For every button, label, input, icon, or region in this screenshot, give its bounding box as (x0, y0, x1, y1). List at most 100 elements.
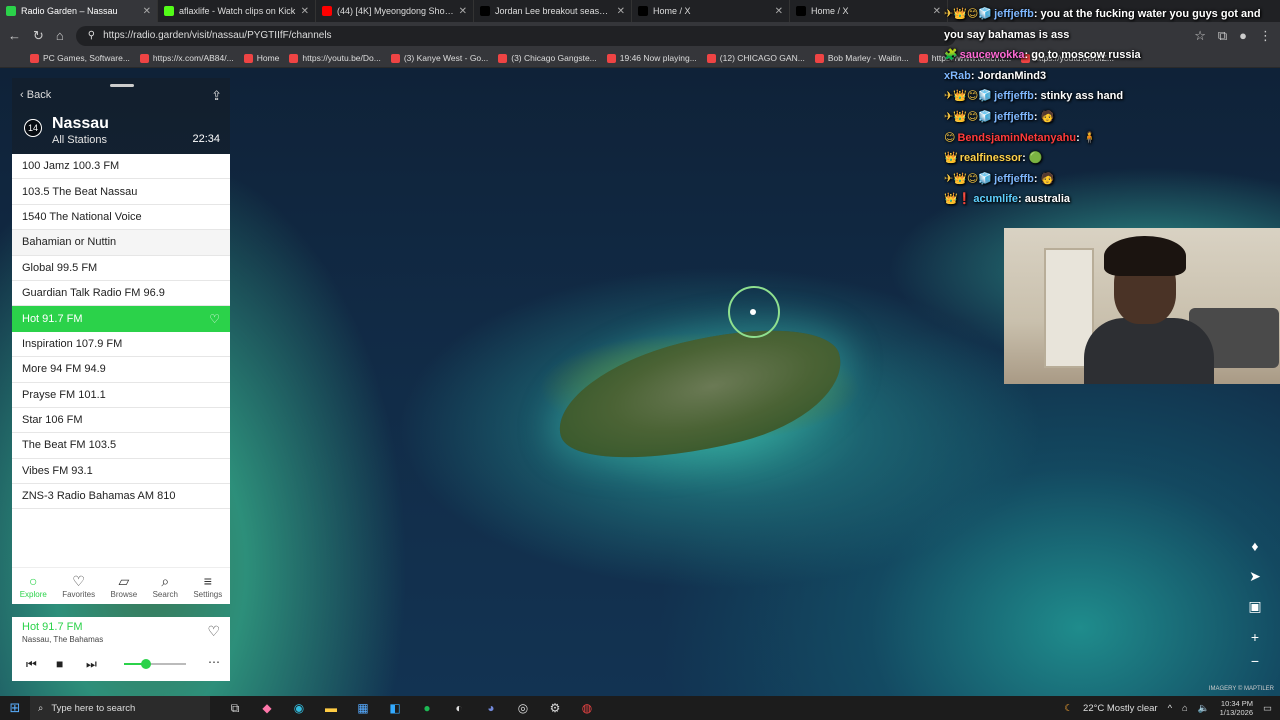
locate-icon[interactable]: ➤ (1244, 565, 1266, 587)
previous-icon[interactable]: ⏮ (26, 657, 37, 672)
chat-username[interactable]: acumlife (973, 193, 1018, 205)
browser-tab[interactable]: Radio Garden – Nassau ✕ (0, 0, 158, 22)
close-tab-icon[interactable]: ✕ (933, 6, 941, 17)
bookmark-item[interactable]: Home (243, 53, 279, 63)
station-count-badge: 14 (24, 119, 42, 137)
bookmark-label: (3) Chicago Gangste... (511, 53, 597, 63)
copilot-icon[interactable]: ◆ (258, 701, 276, 716)
windows-start-icon[interactable]: ⊞ (0, 700, 30, 716)
station-item[interactable]: 103.5 The Beat Nassau (12, 179, 230, 205)
url-field[interactable]: ⚲ https://radio.garden/visit/nassau/PYGT… (75, 25, 956, 46)
task-view-icon[interactable]: ⧉ (226, 701, 244, 716)
chat-username[interactable]: jeffjeffb (994, 8, 1034, 20)
back-button[interactable]: ‹ Back (20, 89, 51, 101)
file-explorer-icon[interactable]: ▬ (322, 701, 340, 716)
volume-icon[interactable]: 🔈 (1198, 703, 1210, 714)
chrome-icon[interactable]: ◍ (578, 701, 596, 716)
chat-username[interactable]: BendsjaminNetanyahu (957, 132, 1076, 144)
location-dot[interactable] (750, 309, 756, 315)
station-item[interactable]: Prayse FM 101.1 (12, 383, 230, 408)
station-item[interactable]: Guardian Talk Radio FM 96.9 (12, 281, 230, 307)
site-info-icon[interactable]: ⚲ (88, 30, 95, 41)
bookmark-item[interactable]: PC Games, Software... (30, 53, 130, 63)
bookmark-label: (12) CHICAGO GAN... (719, 53, 805, 63)
bookmark-item[interactable]: Bob Marley - Waitin... (814, 53, 909, 63)
more-icon[interactable]: ⋯ (208, 655, 220, 669)
browser-tab[interactable]: (44) [4K] Myeongdong Shopping ✕ (316, 0, 474, 22)
close-tab-icon[interactable]: ✕ (143, 6, 151, 17)
balloon-icon[interactable]: ♦ (1244, 535, 1266, 557)
close-tab-icon[interactable]: ✕ (775, 6, 783, 17)
station-item[interactable]: Bahamian or Nuttin (12, 230, 230, 256)
chat-username[interactable]: jeffjeffb (994, 111, 1034, 123)
station-item[interactable]: 100 Jamz 100.3 FM (12, 154, 230, 180)
browser-tab[interactable]: aflaxlife - Watch clips on Kick ✕ (158, 0, 316, 22)
chat-username[interactable]: xRab (944, 70, 971, 82)
volume-slider[interactable] (124, 659, 186, 669)
discord-icon[interactable]: ◕ (482, 701, 500, 716)
notifications-icon[interactable]: ▭ (1263, 703, 1272, 714)
reload-icon[interactable]: ↻ (33, 28, 44, 44)
zoom-out-icon[interactable]: − (1244, 650, 1266, 672)
drag-handle[interactable] (110, 84, 134, 87)
lock-icon[interactable]: ▣ (1244, 595, 1266, 617)
browser-tab[interactable]: Home / X ✕ (790, 0, 948, 22)
station-item[interactable]: Vibes FM 93.1 (12, 459, 230, 485)
player-station-name[interactable]: Hot 91.7 FM (22, 621, 83, 633)
bookmark-label: (3) Kanye West - Go... (403, 53, 489, 63)
browser-tab[interactable]: Home / X ✕ (632, 0, 790, 22)
chat-username[interactable]: jeffjeffb (994, 173, 1034, 185)
bookmark-item[interactable]: https://youtu.be/Do... (289, 53, 381, 63)
network-icon[interactable]: ⌂ (1182, 703, 1188, 714)
weather-icon[interactable]: ☾ (1065, 703, 1074, 714)
chat-username[interactable]: realfinessor (960, 152, 1022, 164)
station-item[interactable]: Global 99.5 FM (12, 256, 230, 281)
station-item[interactable]: Inspiration 107.9 FM (12, 332, 230, 358)
close-tab-icon[interactable]: ✕ (301, 6, 309, 17)
taskbar-search[interactable]: ⌕ Type here to search (30, 696, 210, 720)
bookmark-item[interactable]: https://x.com/AB84/... (139, 53, 234, 63)
taskbar-clock[interactable]: 10:34 PM 1/13/2026 (1220, 699, 1253, 717)
favorite-heart-icon[interactable]: ♡ (207, 623, 220, 640)
close-tab-icon[interactable]: ✕ (617, 6, 625, 17)
chat-username[interactable]: saucewokka (960, 49, 1025, 61)
weather-text[interactable]: 22°C Mostly clear (1083, 703, 1158, 714)
edge-icon[interactable]: ◉ (290, 701, 308, 716)
station-item[interactable]: More 94 FM 94.9 (12, 357, 230, 383)
chat-badges-icon: ✈👑😊🧊 (944, 172, 993, 185)
station-item[interactable]: Hot 91.7 FM ♡ (12, 306, 230, 332)
settings-icon[interactable]: ⚙ (546, 701, 564, 716)
close-tab-icon[interactable]: ✕ (459, 6, 467, 17)
spotify-icon[interactable]: ● (418, 701, 436, 716)
next-icon[interactable]: ⏭ (86, 657, 97, 672)
tray-chevron-icon[interactable]: ^ (1168, 703, 1172, 714)
bookmark-item[interactable]: (12) CHICAGO GAN... (706, 53, 805, 63)
stop-icon[interactable]: ■ (56, 657, 63, 671)
share-icon[interactable]: ⇪ (211, 88, 222, 104)
steam-icon[interactable]: ◎ (514, 701, 532, 716)
tab-favicon-icon (164, 6, 174, 16)
back-nav-icon[interactable]: ← (8, 28, 21, 43)
nav-browse[interactable]: ▱ Browse (111, 574, 138, 599)
station-item[interactable]: Star 106 FM (12, 408, 230, 434)
volume-knob[interactable] (140, 659, 151, 669)
chat-username[interactable]: jeffjeffb (994, 90, 1034, 102)
zoom-in-icon[interactable]: + (1244, 626, 1266, 648)
bookmark-item[interactable]: (3) Kanye West - Go... (390, 53, 489, 63)
nav-explore[interactable]: ○ Explore (20, 574, 47, 599)
store-icon[interactable]: ▦ (354, 701, 372, 716)
bookmark-item[interactable]: 19:46 Now playing... (606, 53, 697, 63)
nav-favorites[interactable]: ♡ Favorites (62, 574, 95, 599)
station-item[interactable]: ZNS-3 Radio Bahamas AM 810 (12, 484, 230, 510)
nav-settings[interactable]: ≡ Settings (193, 574, 222, 599)
station-item[interactable]: The Beat FM 103.5 (12, 433, 230, 459)
app-icon[interactable]: ◐ (450, 701, 468, 716)
station-item[interactable]: 1540 The National Voice (12, 205, 230, 231)
home-icon[interactable]: ⌂ (56, 28, 64, 43)
browser-tab[interactable]: Jordan Lee breakout season on X ✕ (474, 0, 632, 22)
taskbar-apps: ⧉ ◆ ◉ ▬ ▦ ◧ ● ◐ ◕ ◎ ⚙ ◍ (210, 701, 596, 716)
bookmark-item[interactable]: (3) Chicago Gangste... (498, 53, 597, 63)
nav-search[interactable]: ⌕ Search (153, 574, 178, 599)
vscode-icon[interactable]: ◧ (386, 701, 404, 716)
favorite-heart-icon[interactable]: ♡ (209, 312, 220, 326)
